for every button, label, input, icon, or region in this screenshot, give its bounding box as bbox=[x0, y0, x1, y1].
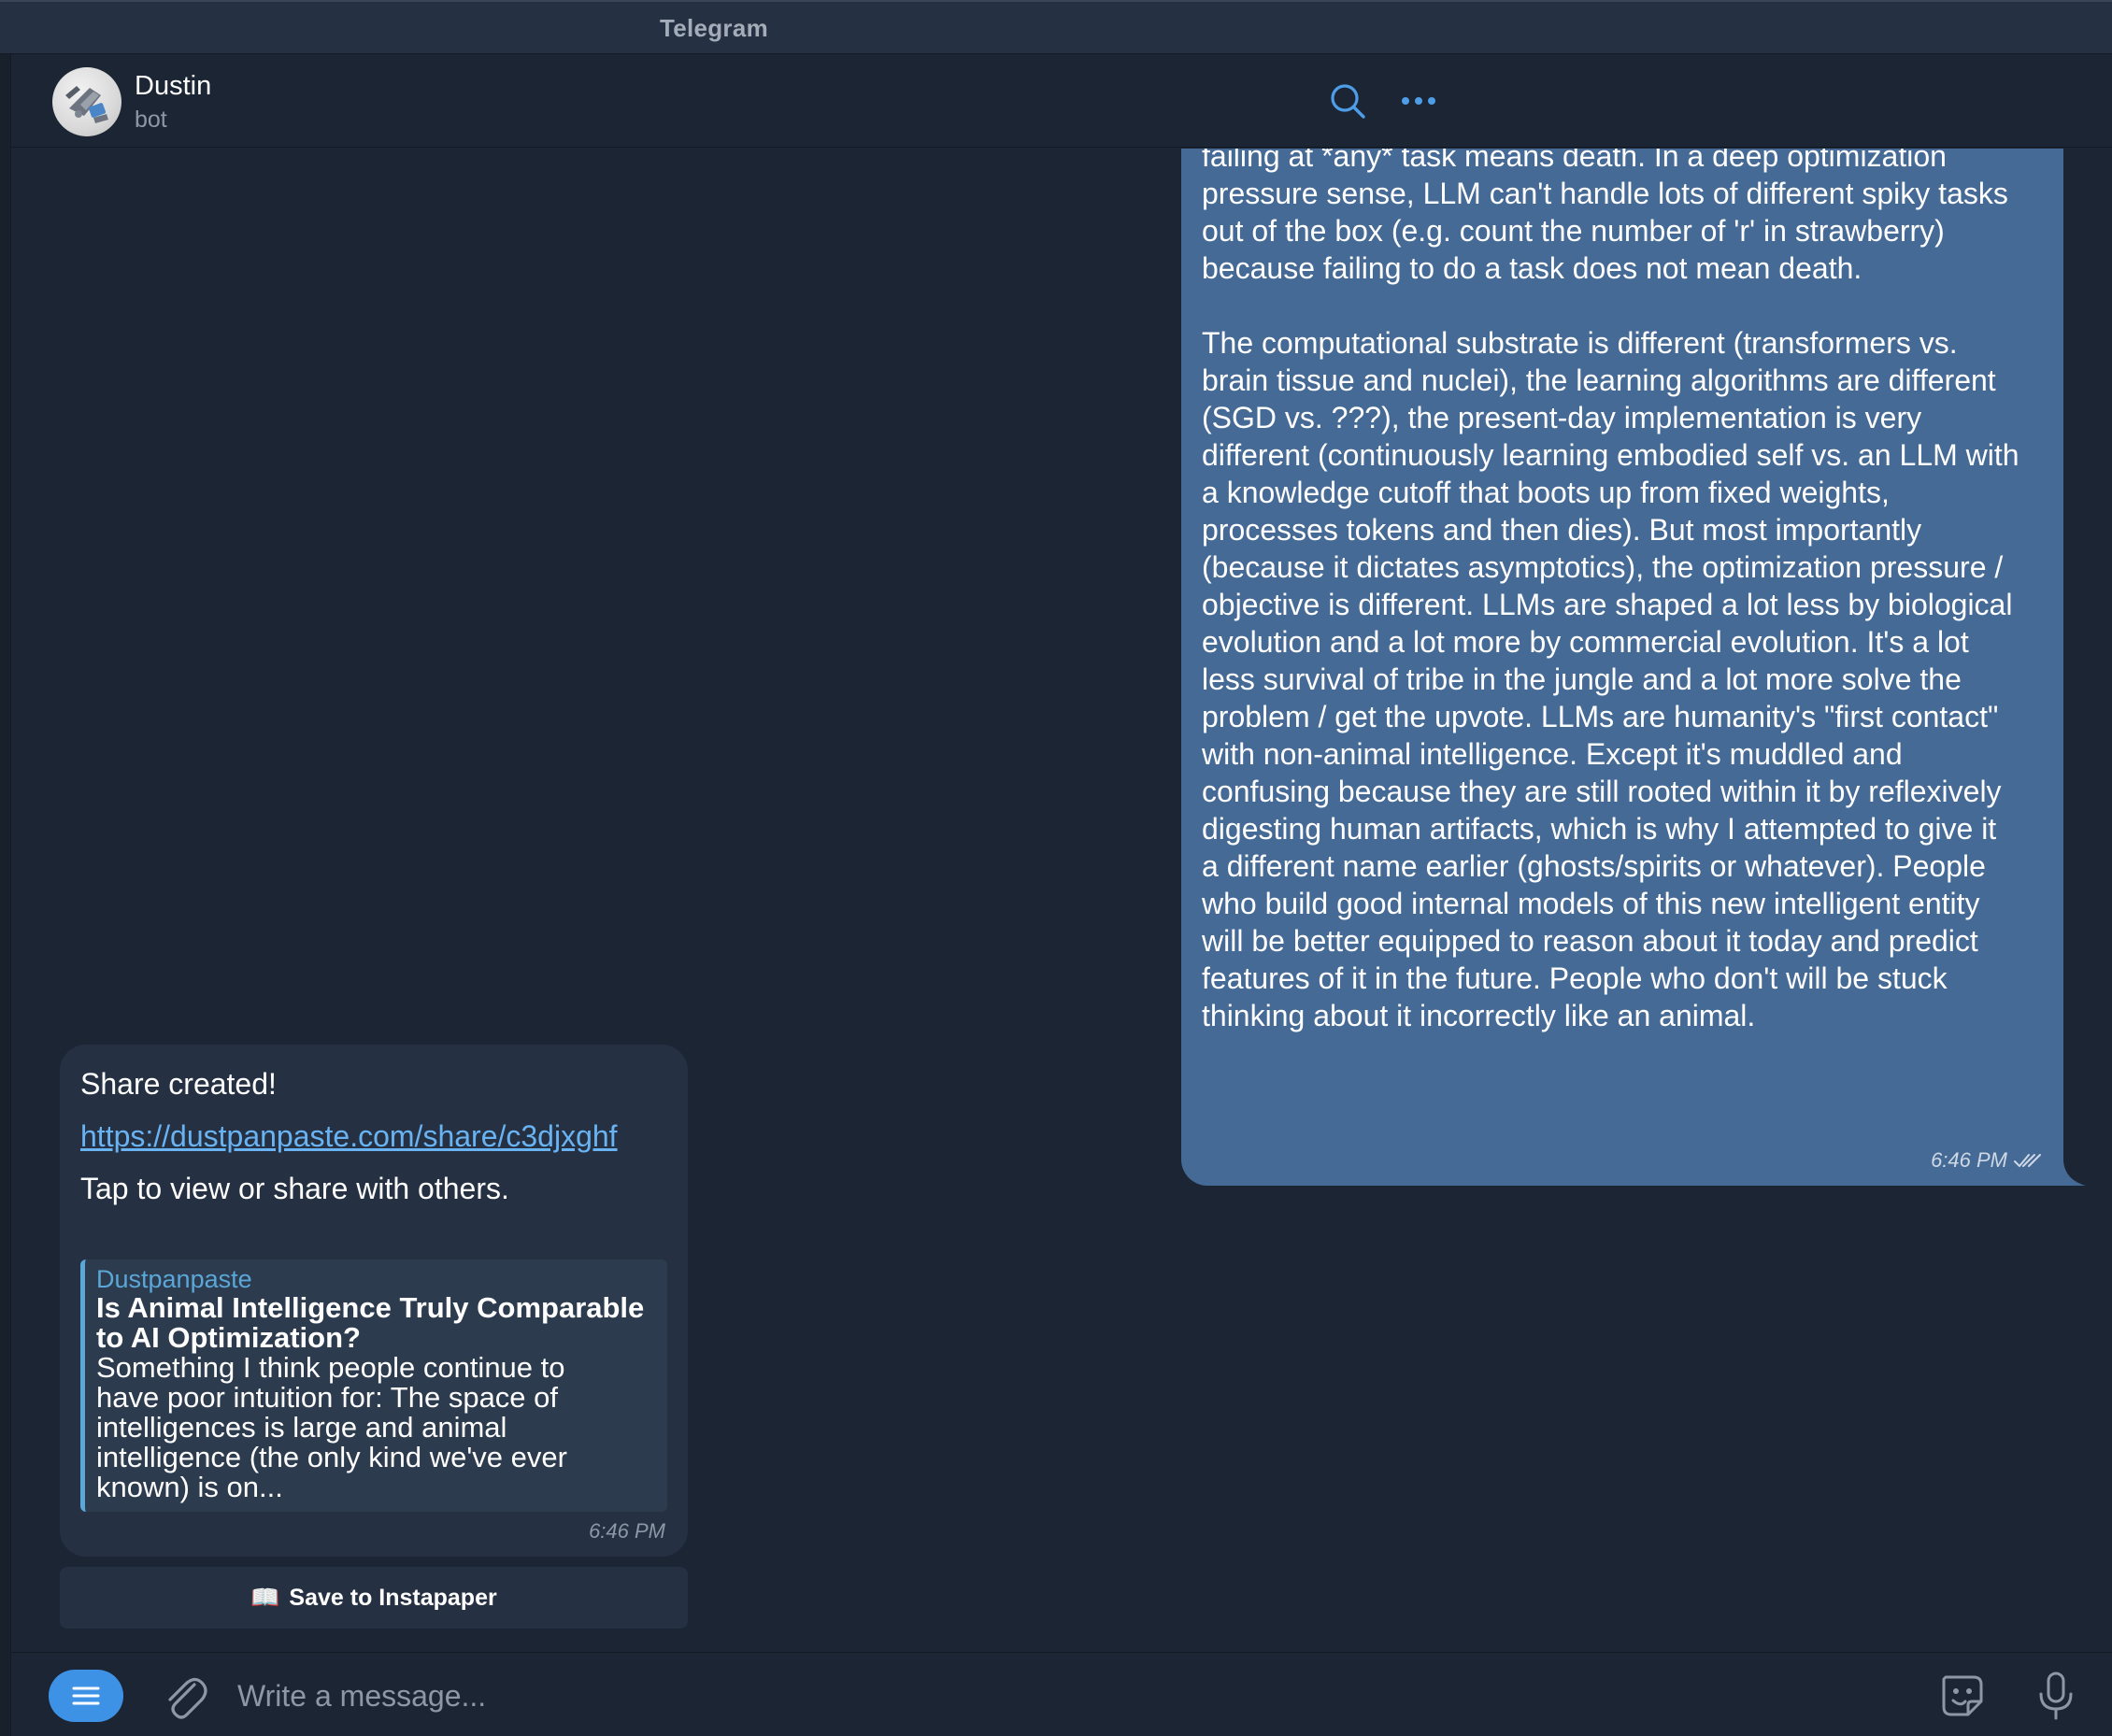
incoming-message-link-row: https://dustpanpaste.com/share/c3djxghf bbox=[80, 1117, 618, 1155]
avatar[interactable] bbox=[52, 67, 121, 136]
outgoing-message-meta: 6:46 PM bbox=[1931, 1148, 2041, 1173]
paperclip-icon bbox=[168, 1677, 207, 1719]
outgoing-message-line: thinking about it incorrectly like an an… bbox=[1202, 999, 1756, 1032]
link-preview-desc-line: Something I think people continue to bbox=[96, 1351, 565, 1384]
search-button[interactable] bbox=[1321, 75, 1374, 127]
outgoing-message-line: features of it in the future. People who… bbox=[1202, 961, 1948, 995]
outgoing-message-line: pressure sense, LLM can't handle lots of… bbox=[1202, 177, 2008, 210]
incoming-message-time: 6:46 PM bbox=[589, 1519, 665, 1543]
chat-header: Dustin bot bbox=[11, 54, 2112, 148]
incoming-message-bubble[interactable]: Share created! https://dustpanpaste.com/… bbox=[60, 1045, 688, 1557]
menu-icon bbox=[72, 1686, 100, 1705]
more-dots-icon bbox=[1402, 97, 1435, 105]
outgoing-message-line: a knowledge cutoff that boots up from fi… bbox=[1202, 476, 1890, 509]
sticker-button[interactable] bbox=[1934, 1668, 1991, 1724]
outgoing-message-line: confusing because they are still rooted … bbox=[1202, 775, 2002, 808]
save-to-instapaper-label: Save to Instapaper bbox=[289, 1584, 497, 1611]
link-preview-site: Dustpanpaste bbox=[96, 1265, 252, 1293]
outgoing-bubble-tail bbox=[2048, 1161, 2086, 1186]
message-input[interactable] bbox=[235, 1668, 1899, 1724]
chat-list-edge bbox=[0, 54, 11, 1736]
sticker-icon bbox=[1942, 1675, 1983, 1716]
outgoing-message-line: (SGD vs. ???), the present-day implement… bbox=[1202, 401, 1922, 434]
more-options-button[interactable] bbox=[1392, 75, 1445, 127]
double-check-icon bbox=[2014, 1154, 2041, 1167]
contact-name[interactable]: Dustin bbox=[135, 71, 211, 102]
outgoing-message-line: will be better equipped to reason about … bbox=[1202, 924, 1978, 958]
link-preview-desc-line: intelligences is large and animal bbox=[96, 1411, 507, 1444]
outgoing-message-line: who build good internal models of this n… bbox=[1202, 887, 1980, 920]
search-icon bbox=[1331, 84, 1365, 119]
outgoing-message-line: different (continuously learning embodie… bbox=[1202, 438, 2019, 472]
link-preview-desc-line: intelligence (the only kind we've ever bbox=[96, 1441, 567, 1473]
outgoing-message-time: 6:46 PM bbox=[1931, 1148, 2007, 1172]
outgoing-message-line: The computational substrate is different… bbox=[1202, 326, 1958, 360]
bot-avatar-image bbox=[65, 86, 108, 123]
outgoing-message-line: brain tissue and nuclei), the learning a… bbox=[1202, 363, 1996, 397]
link-preview-desc-line: known) is on... bbox=[96, 1471, 283, 1503]
message-list[interactable]: failing at *any* task means death. In a … bbox=[11, 149, 2112, 1652]
link-preview-description: Something I think people continue to hav… bbox=[96, 1353, 654, 1502]
microphone-icon bbox=[2039, 1672, 2073, 1720]
incoming-message-line: Share created! bbox=[80, 1067, 277, 1101]
share-link[interactable]: https://dustpanpaste.com/share/c3djxghf bbox=[80, 1119, 618, 1153]
outgoing-message-line: less survival of tribe in the jungle and… bbox=[1202, 662, 1962, 696]
link-preview-title: Is Animal Intelligence Truly Comparable … bbox=[96, 1293, 654, 1353]
link-preview[interactable]: Dustpanpaste Is Animal Intelligence Trul… bbox=[80, 1259, 667, 1512]
book-icon: 📖 bbox=[250, 1584, 280, 1611]
composer-bar bbox=[11, 1652, 2112, 1736]
outgoing-message-line: objective is different. LLMs are shaped … bbox=[1202, 588, 2013, 621]
save-to-instapaper-button[interactable]: 📖 Save to Instapaper bbox=[60, 1567, 688, 1629]
outgoing-message-bubble[interactable]: failing at *any* task means death. In a … bbox=[1181, 149, 2063, 1186]
outgoing-message-line: out of the box (e.g. count the number of… bbox=[1202, 214, 1945, 248]
outgoing-message-text: failing at *any* task means death. In a … bbox=[1202, 149, 2043, 1034]
outgoing-message-line: processes tokens and then dies). But mos… bbox=[1202, 513, 1922, 547]
outgoing-message-line: digesting human artifacts, which is why … bbox=[1202, 812, 1997, 846]
link-preview-title-line: to AI Optimization? bbox=[96, 1321, 361, 1354]
outgoing-message-line: a different name earlier (ghosts/spirits… bbox=[1202, 849, 1986, 883]
outgoing-message-line: evolution and a lot more by commercial e… bbox=[1202, 625, 1969, 659]
window-titlebar: Telegram bbox=[0, 0, 2112, 54]
outgoing-message-line: with non-animal intelligence. Except it'… bbox=[1202, 737, 1903, 771]
link-preview-title-line: Is Animal Intelligence Truly Comparable bbox=[96, 1291, 645, 1324]
outgoing-message-line: problem / get the upvote. LLMs are human… bbox=[1202, 700, 1999, 733]
attach-button[interactable] bbox=[159, 1670, 211, 1722]
incoming-message-line: Tap to view or share with others. bbox=[80, 1172, 509, 1205]
window-title: Telegram bbox=[659, 14, 769, 42]
link-preview-desc-line: have poor intuition for: The space of bbox=[96, 1381, 559, 1414]
contact-status: bot bbox=[135, 107, 167, 133]
outgoing-message-line bbox=[1202, 287, 2043, 324]
bot-menu-button[interactable] bbox=[49, 1670, 123, 1722]
outgoing-message-line: (because it dictates asymptotics), the o… bbox=[1202, 550, 2004, 584]
outgoing-message-line: failing at *any* task means death. In a … bbox=[1202, 149, 1947, 173]
voice-record-button[interactable] bbox=[2028, 1668, 2084, 1724]
outgoing-message-line: because failing to do a task does not me… bbox=[1202, 251, 1862, 285]
